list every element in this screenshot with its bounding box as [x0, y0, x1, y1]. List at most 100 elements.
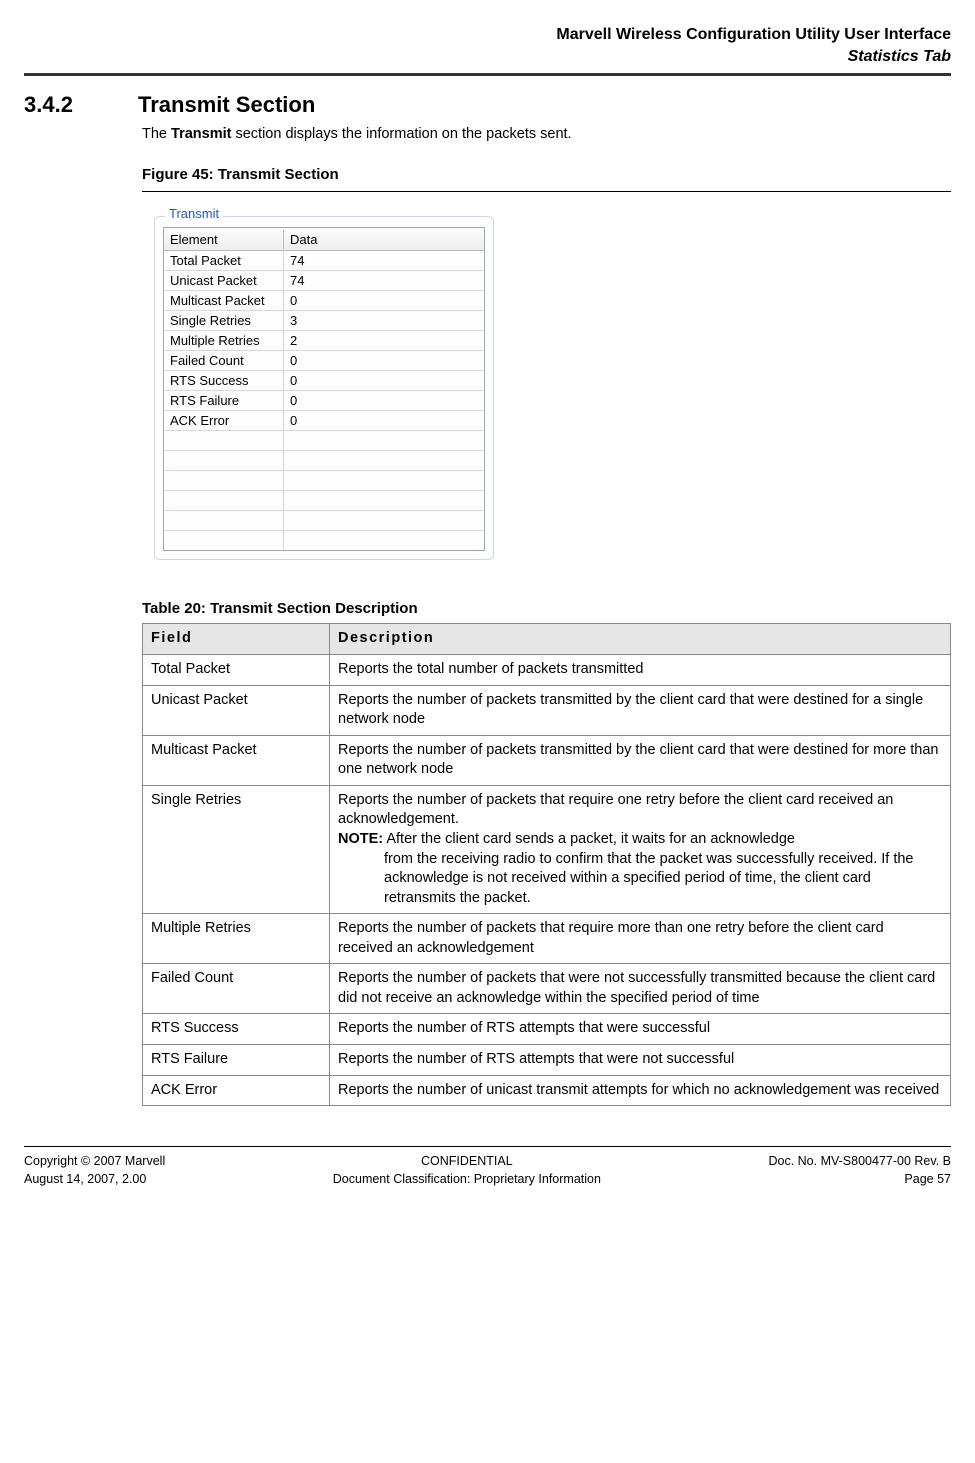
- transmit-legend: Transmit: [165, 206, 223, 221]
- cell-description: Reports the number of RTS attempts that …: [330, 1045, 951, 1076]
- cell-description: Reports the number of packets that requi…: [330, 785, 951, 913]
- table-row: Unicast PacketReports the number of pack…: [143, 685, 951, 735]
- grid-row: RTS Success0: [164, 371, 484, 391]
- grid-cell-data: 0: [284, 371, 484, 390]
- cell-field: Unicast Packet: [143, 685, 330, 735]
- intro-pre: The: [142, 126, 171, 142]
- grid-cell-element: [164, 531, 284, 550]
- page-footer: Copyright © 2007 Marvell August 14, 2007…: [24, 1153, 951, 1188]
- grid-cell-data: [284, 499, 484, 503]
- footer-docno: Doc. No. MV-S800477-00 Rev. B: [768, 1153, 951, 1171]
- cell-field: Single Retries: [143, 785, 330, 913]
- footer-date: August 14, 2007, 2.00: [24, 1171, 165, 1189]
- grid-cell-element: RTS Failure: [164, 391, 284, 410]
- cell-field: Multiple Retries: [143, 914, 330, 964]
- cell-description: Reports the number of packets that requi…: [330, 914, 951, 964]
- figure-rule: [142, 191, 951, 192]
- intro-post: section displays the information on the …: [231, 126, 571, 142]
- cell-description: Reports the number of RTS attempts that …: [330, 1014, 951, 1045]
- grid-cell-element: Multiple Retries: [164, 331, 284, 350]
- grid-row-empty: [164, 491, 484, 511]
- grid-cell-data: 0: [284, 291, 484, 310]
- grid-cell-data: 74: [284, 271, 484, 290]
- transmit-fieldset: Transmit Element Data Total Packet74Unic…: [154, 216, 494, 560]
- grid-cell-element: [164, 511, 284, 530]
- table-row: RTS SuccessReports the number of RTS att…: [143, 1014, 951, 1045]
- grid-cell-data: [284, 519, 484, 523]
- transmit-grid: Element Data Total Packet74Unicast Packe…: [163, 227, 485, 551]
- grid-row: RTS Failure0: [164, 391, 484, 411]
- grid-header-element: Element: [164, 230, 284, 249]
- cell-description: Reports the number of packets that were …: [330, 964, 951, 1014]
- grid-row: Single Retries3: [164, 311, 484, 331]
- header-rule: [24, 73, 951, 76]
- grid-cell-element: [164, 451, 284, 470]
- grid-cell-element: Unicast Packet: [164, 271, 284, 290]
- intro-bold: Transmit: [171, 126, 231, 142]
- grid-cell-element: Multicast Packet: [164, 291, 284, 310]
- footer-center: CONFIDENTIAL Document Classification: Pr…: [333, 1153, 601, 1188]
- table-header-row: Field Description: [143, 624, 951, 655]
- grid-cell-data: [284, 479, 484, 483]
- footer-left: Copyright © 2007 Marvell August 14, 2007…: [24, 1153, 165, 1188]
- grid-cell-element: [164, 431, 284, 450]
- grid-row-empty: [164, 451, 484, 471]
- th-description: Description: [330, 624, 951, 655]
- cell-field: RTS Failure: [143, 1045, 330, 1076]
- grid-cell-data: [284, 539, 484, 543]
- grid-row: Unicast Packet74: [164, 271, 484, 291]
- cell-field: Total Packet: [143, 655, 330, 686]
- description-table: Field Description Total PacketReports th…: [142, 623, 951, 1106]
- section-intro: The Transmit section displays the inform…: [142, 124, 951, 144]
- cell-description: Reports the total number of packets tran…: [330, 655, 951, 686]
- table-row: Multicast PacketReports the number of pa…: [143, 735, 951, 785]
- footer-rule: [24, 1146, 951, 1147]
- grid-cell-data: 2: [284, 331, 484, 350]
- table-caption: Table 20: Transmit Section Description: [142, 600, 951, 617]
- table-row: Multiple RetriesReports the number of pa…: [143, 914, 951, 964]
- footer-right: Doc. No. MV-S800477-00 Rev. B Page 57: [768, 1153, 951, 1188]
- grid-cell-data: 74: [284, 251, 484, 270]
- grid-cell-element: [164, 491, 284, 510]
- grid-row: Failed Count0: [164, 351, 484, 371]
- grid-cell-data: 0: [284, 411, 484, 430]
- grid-cell-element: Total Packet: [164, 251, 284, 270]
- section-number: 3.4.2: [24, 92, 102, 118]
- section-heading: 3.4.2 Transmit Section: [24, 92, 951, 118]
- grid-row-empty: [164, 531, 484, 550]
- cell-field: RTS Success: [143, 1014, 330, 1045]
- grid-cell-data: [284, 459, 484, 463]
- cell-field: Multicast Packet: [143, 735, 330, 785]
- cell-description: Reports the number of packets transmitte…: [330, 735, 951, 785]
- cell-field: ACK Error: [143, 1075, 330, 1106]
- header-subtitle: Statistics Tab: [24, 46, 951, 68]
- table-row: Total PacketReports the total number of …: [143, 655, 951, 686]
- th-field: Field: [143, 624, 330, 655]
- grid-cell-element: ACK Error: [164, 411, 284, 430]
- table-row: ACK ErrorReports the number of unicast t…: [143, 1075, 951, 1106]
- grid-cell-element: [164, 471, 284, 490]
- grid-header-row: Element Data: [164, 228, 484, 251]
- grid-cell-data: 3: [284, 311, 484, 330]
- cell-description: Reports the number of packets transmitte…: [330, 685, 951, 735]
- cell-field: Failed Count: [143, 964, 330, 1014]
- header-title: Marvell Wireless Configuration Utility U…: [24, 24, 951, 46]
- footer-confidential: CONFIDENTIAL: [333, 1153, 601, 1171]
- grid-row: Multicast Packet0: [164, 291, 484, 311]
- table-row: Failed CountReports the number of packet…: [143, 964, 951, 1014]
- footer-copyright: Copyright © 2007 Marvell: [24, 1153, 165, 1171]
- grid-row: ACK Error0: [164, 411, 484, 431]
- grid-row: Total Packet74: [164, 251, 484, 271]
- grid-cell-data: 0: [284, 351, 484, 370]
- transmit-panel: Transmit Element Data Total Packet74Unic…: [154, 216, 494, 570]
- table-row: Single RetriesReports the number of pack…: [143, 785, 951, 913]
- footer-pageno: Page 57: [768, 1171, 951, 1189]
- grid-cell-data: [284, 439, 484, 443]
- grid-cell-data: 0: [284, 391, 484, 410]
- cell-description: Reports the number of unicast transmit a…: [330, 1075, 951, 1106]
- table-row: RTS FailureReports the number of RTS att…: [143, 1045, 951, 1076]
- footer-classification: Document Classification: Proprietary Inf…: [333, 1171, 601, 1189]
- grid-row-empty: [164, 431, 484, 451]
- grid-cell-element: RTS Success: [164, 371, 284, 390]
- figure-caption: Figure 45: Transmit Section: [142, 166, 951, 183]
